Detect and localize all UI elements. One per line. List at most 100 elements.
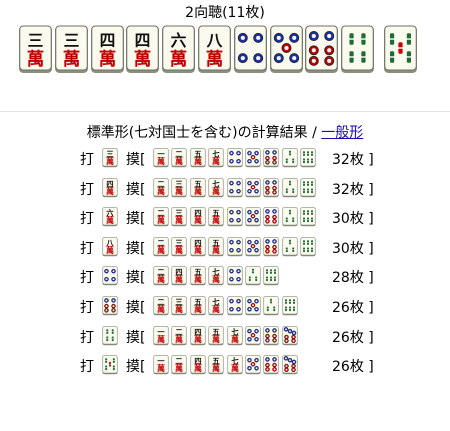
svg-text:萬: 萬: [175, 245, 183, 255]
tile-1-man: 一萬: [153, 325, 169, 346]
tile-count-value: 26枚: [332, 300, 364, 316]
close-bracket: ]: [368, 329, 374, 346]
svg-text:萬: 萬: [106, 156, 114, 166]
draw-label: 摸[: [126, 300, 146, 316]
result-row: 打 摸[一萬二萬四萬五萬七萬 26枚 ]: [80, 325, 420, 347]
tile-6-sou: [300, 236, 316, 257]
tile-5-man: 五萬: [208, 325, 224, 346]
svg-text:萬: 萬: [157, 363, 165, 373]
svg-text:萬: 萬: [157, 156, 165, 166]
discard-label: 打: [80, 329, 94, 346]
tile-count-value: 28枚: [332, 270, 364, 287]
tile-5-man: 五萬: [208, 207, 224, 227]
svg-text:萬: 萬: [157, 245, 165, 255]
discard-tile-6-man: 六萬: [102, 207, 118, 227]
calc-header-text: 標準形(七対国士を含む)の計算結果 /: [86, 125, 322, 141]
tile-5-pin: [245, 296, 261, 316]
tile-1-man: 一萬: [153, 148, 169, 168]
tile-2-man: 二萬: [171, 355, 187, 375]
tile-6-sou: [263, 266, 279, 286]
close-bracket: ]: [368, 359, 374, 376]
tile-count-value: 32枚: [332, 152, 364, 168]
tile-8-man: 八萬: [197, 25, 232, 75]
discard-tile-4-pin: [102, 266, 118, 286]
tile-5-man: 五萬: [208, 236, 224, 257]
svg-text:萬: 萬: [194, 186, 202, 196]
tile-2-man: 二萬: [153, 207, 169, 227]
discard-label: 打: [80, 300, 94, 316]
svg-text:萬: 萬: [106, 215, 114, 225]
svg-text:萬: 萬: [194, 274, 202, 284]
draw-label: 摸[: [126, 270, 146, 287]
svg-text:三: 三: [28, 31, 44, 50]
tile-4-pin: [227, 207, 243, 227]
result-row: 打四萬摸[二萬三萬五萬七萬 32枚 ]: [80, 177, 420, 198]
svg-text:萬: 萬: [175, 334, 183, 344]
svg-text:六: 六: [171, 31, 187, 50]
result-row: 打 摸[二萬三萬五萬七萬 26枚 ]: [80, 296, 420, 316]
tile-count: 26枚 ]: [332, 327, 374, 347]
close-bracket: ]: [368, 300, 374, 316]
discard-tile-6-pin: [102, 296, 118, 316]
tile-3-sou: [245, 266, 261, 286]
tile-count-value: 32枚: [332, 181, 364, 198]
tile-3-sou: [282, 148, 298, 168]
tile-2-man: 二萬: [153, 177, 169, 198]
tile-count-value: 26枚: [332, 359, 364, 376]
svg-text:萬: 萬: [170, 49, 188, 70]
tile-5-pin: [245, 177, 261, 198]
tile-5-pin: [245, 148, 261, 168]
tile-4-pin: [227, 266, 243, 286]
discard-label: 打: [80, 152, 94, 168]
result-row: 打 摸[一萬二萬四萬五萬七萬 26枚 ]: [80, 355, 420, 375]
tile-2-man: 二萬: [171, 325, 187, 346]
draw-label: 摸[: [126, 152, 146, 168]
tile-6-sou: [300, 207, 316, 227]
close-bracket: ]: [368, 152, 374, 168]
svg-text:萬: 萬: [194, 304, 202, 314]
tile-1-man: 一萬: [153, 355, 169, 375]
tile-6-pin: [263, 236, 279, 257]
draw-label: 摸[: [126, 240, 146, 257]
tile-2-man: 二萬: [153, 296, 169, 316]
tile-3-sou: [282, 177, 298, 198]
svg-text:萬: 萬: [194, 363, 202, 373]
discard-tile-5-sou: [102, 355, 118, 375]
svg-text:萬: 萬: [98, 49, 116, 70]
discard-label: 打: [80, 270, 94, 287]
svg-text:萬: 萬: [157, 334, 165, 344]
svg-text:萬: 萬: [212, 363, 220, 373]
svg-text:四: 四: [135, 31, 151, 50]
svg-text:萬: 萬: [206, 49, 224, 70]
close-bracket: ]: [368, 211, 374, 228]
svg-text:四: 四: [99, 31, 115, 50]
tile-6-sou: [300, 177, 316, 198]
svg-text:萬: 萬: [175, 304, 183, 314]
tile-count-value: 26枚: [332, 329, 364, 346]
tile-5-sou: [383, 25, 418, 75]
svg-text:萬: 萬: [157, 186, 165, 196]
tile-6-pin: [304, 25, 339, 75]
tile-count: 30枚 ]: [332, 208, 374, 228]
tile-3-man: 三萬: [18, 25, 53, 75]
discard-tile-4-sou: [102, 325, 118, 346]
discard-tile-4-man: 四萬: [102, 177, 118, 198]
tile-7-pin: [282, 325, 298, 346]
tile-count: 32枚 ]: [332, 149, 374, 169]
tile-6-pin: [263, 355, 279, 375]
tile-4-sou: [340, 25, 375, 75]
svg-text:八: 八: [207, 31, 223, 50]
tile-7-man: 七萬: [227, 355, 243, 375]
svg-text:萬: 萬: [157, 274, 165, 284]
tile-5-man: 五萬: [190, 266, 206, 286]
tile-3-man: 三萬: [171, 207, 187, 227]
tile-7-man: 七萬: [208, 266, 224, 286]
tile-6-sou: [300, 148, 316, 168]
svg-text:萬: 萬: [175, 363, 183, 373]
tile-7-man: 七萬: [208, 296, 224, 316]
tile-7-pin: [282, 355, 298, 375]
svg-text:萬: 萬: [194, 245, 202, 255]
general-form-link[interactable]: 一般形: [321, 125, 363, 141]
tile-2-man: 二萬: [153, 236, 169, 257]
tile-5-man: 五萬: [190, 177, 206, 198]
